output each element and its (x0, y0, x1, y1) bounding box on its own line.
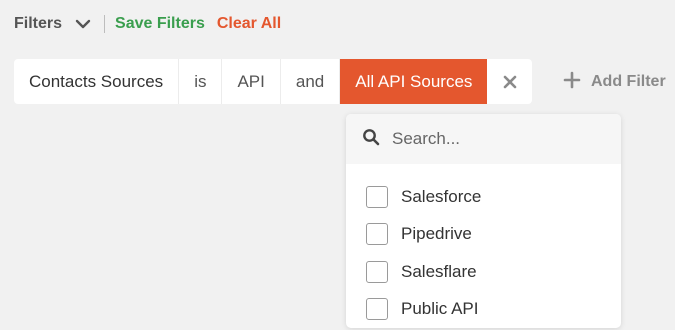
filter-conjunction: and (281, 59, 341, 104)
save-filters-link[interactable]: Save Filters (115, 15, 205, 33)
close-icon[interactable] (487, 59, 532, 104)
checkbox[interactable] (366, 298, 388, 321)
checkbox[interactable] (366, 223, 388, 246)
filter-field[interactable]: Contacts Sources (14, 59, 180, 104)
add-filter-button[interactable]: Add Filter (563, 70, 666, 94)
option-pipedrive[interactable]: Pipedrive (346, 216, 621, 254)
dropdown-search (346, 114, 621, 164)
option-salesforce[interactable]: Salesforce (346, 178, 621, 216)
search-input[interactable] (392, 129, 592, 149)
filter-operator[interactable]: is (179, 59, 223, 104)
option-label: Pipedrive (401, 224, 472, 244)
checkbox[interactable] (366, 185, 388, 208)
option-label: Salesforce (401, 186, 482, 206)
filters-toolbar: Filters Save Filters Clear All (14, 12, 281, 36)
sources-dropdown: Salesforce Pipedrive Salesflare Public A… (346, 114, 621, 328)
filter-row: Contacts Sources is API and All API Sour… (14, 59, 533, 104)
filter-selection-button[interactable]: All API Sources (340, 59, 488, 104)
option-public-api[interactable]: Public API (346, 291, 621, 329)
filter-value[interactable]: API (222, 59, 281, 104)
filters-label: Filters (14, 15, 63, 32)
option-label: Salesflare (401, 261, 477, 281)
add-filter-label: Add Filter (591, 73, 666, 90)
clear-all-link[interactable]: Clear All (217, 15, 281, 33)
chevron-down-icon[interactable] (72, 13, 94, 35)
option-salesflare[interactable]: Salesflare (346, 253, 621, 291)
plus-icon (563, 71, 581, 94)
option-list: Salesforce Pipedrive Salesflare Public A… (346, 164, 621, 328)
search-icon (362, 128, 380, 151)
option-label: Public API (401, 299, 479, 319)
checkbox[interactable] (366, 260, 388, 283)
toolbar-divider (104, 15, 106, 33)
